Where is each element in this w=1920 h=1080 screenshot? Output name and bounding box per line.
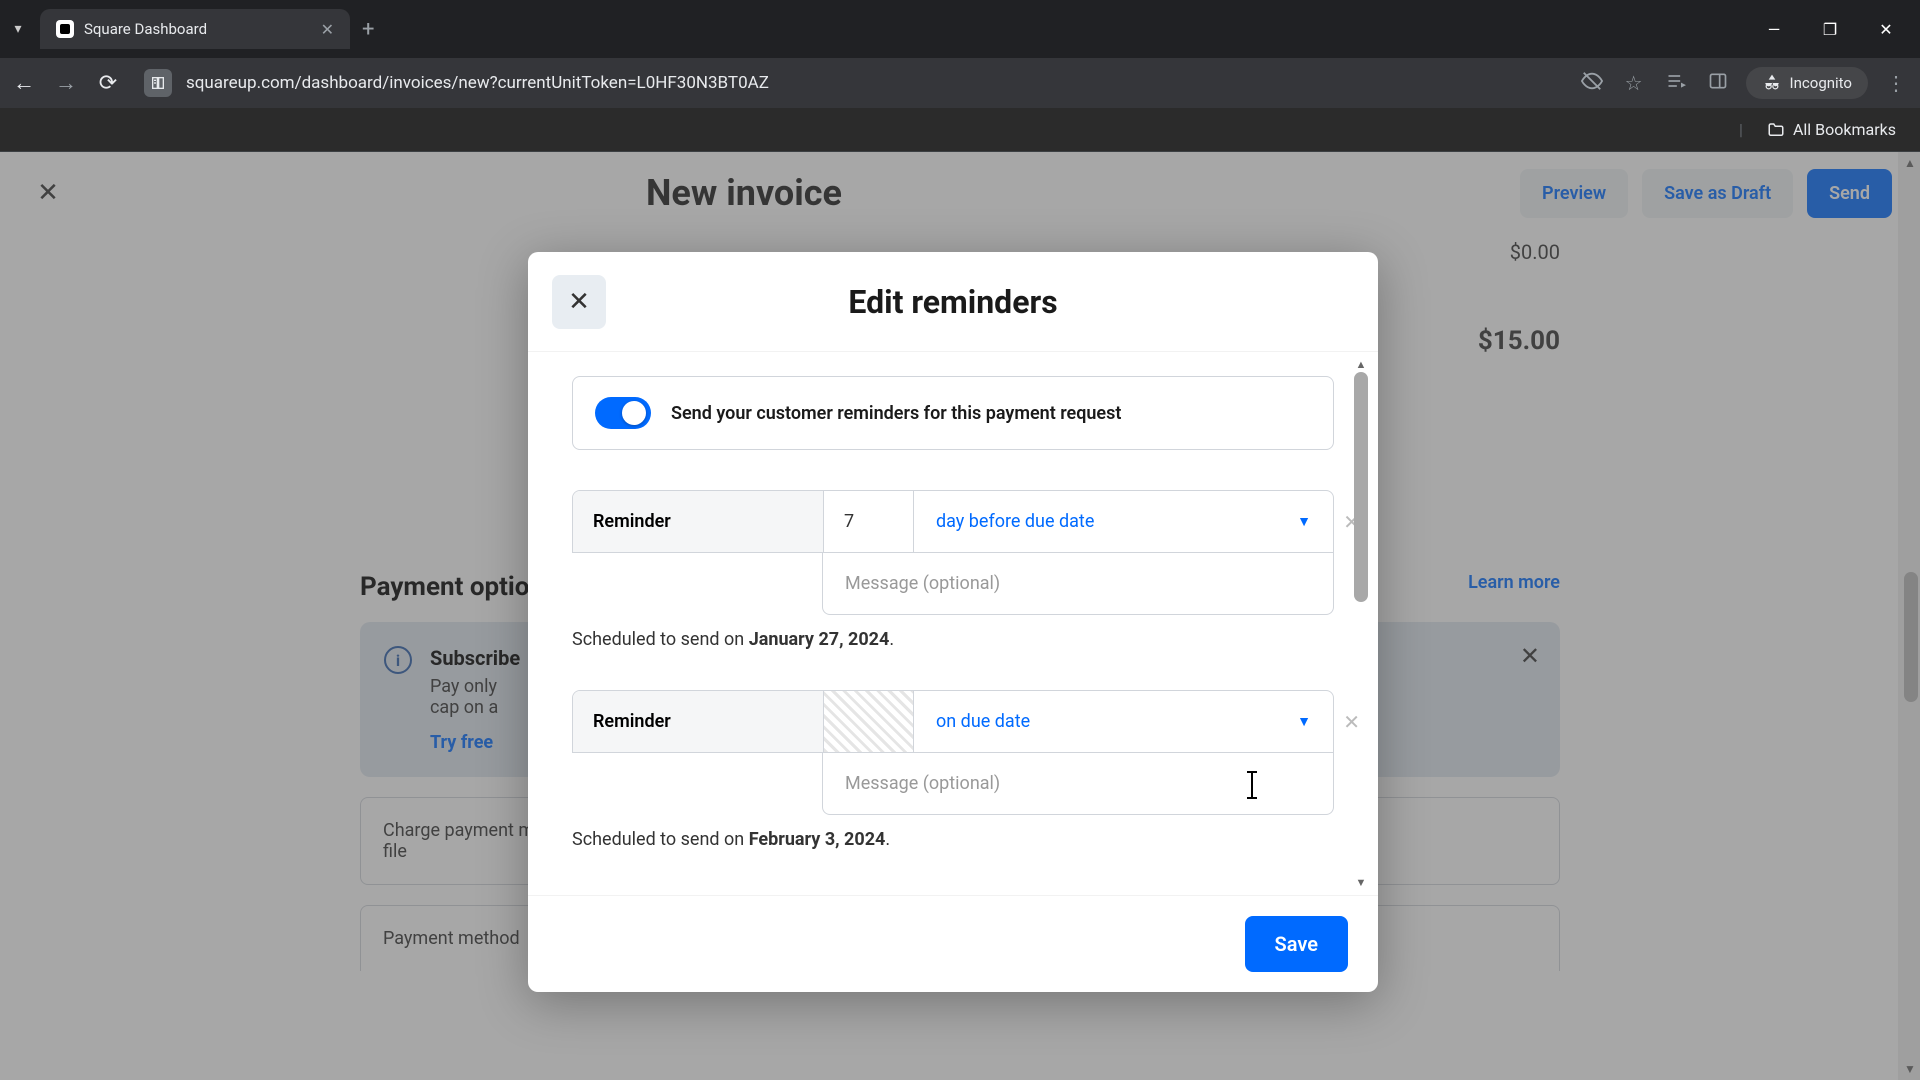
all-bookmarks-link[interactable]: All Bookmarks	[1793, 120, 1896, 139]
edit-reminders-modal: ✕ Edit reminders Send your customer remi…	[528, 252, 1378, 992]
text-cursor	[1251, 771, 1253, 799]
incognito-badge[interactable]: Incognito	[1746, 67, 1868, 99]
tab-close-icon[interactable]: ✕	[321, 20, 334, 39]
incognito-label: Incognito	[1790, 74, 1852, 92]
tab-title: Square Dashboard	[84, 20, 311, 38]
browser-menu-icon[interactable]: ⋮	[1882, 71, 1910, 95]
modal-scrollbar[interactable]: ▲ ▼	[1354, 362, 1372, 885]
reminder-message-input[interactable]	[823, 553, 1333, 614]
window-close[interactable]: ✕	[1876, 20, 1896, 39]
side-panel-icon[interactable]	[1704, 71, 1732, 96]
scroll-down-arrow[interactable]: ▼	[1354, 876, 1368, 889]
reminder-label: Reminder	[573, 491, 823, 552]
scroll-up-arrow[interactable]: ▲	[1354, 358, 1368, 371]
tabs-dropdown[interactable]: ▾	[4, 10, 32, 48]
reminder-timing-select[interactable]: on due date ▼	[913, 691, 1333, 752]
schedule-text: Scheduled to send on January 27, 2024.	[572, 629, 1334, 650]
window-maximize[interactable]: ❐	[1820, 20, 1840, 39]
chevron-down-icon: ▼	[1297, 713, 1311, 730]
nav-forward-icon: →	[52, 70, 80, 96]
chevron-down-icon: ▼	[1297, 513, 1311, 530]
nav-back-icon[interactable]: ←	[10, 70, 38, 96]
reminder-message-input[interactable]	[823, 753, 1333, 814]
save-button[interactable]: Save	[1245, 916, 1348, 972]
new-tab-button[interactable]: +	[362, 17, 374, 42]
bookmark-star-icon[interactable]: ☆	[1620, 71, 1648, 95]
reminder-timing-value: on due date	[936, 711, 1030, 732]
reminder-timing-select[interactable]: day before due date ▼	[913, 491, 1333, 552]
reminder-days-input[interactable]: 7	[823, 491, 913, 552]
address-bar[interactable]: squareup.com/dashboard/invoices/new?curr…	[136, 69, 1564, 97]
nav-reload-icon[interactable]: ⟳	[94, 71, 122, 96]
bookmark-divider: |	[1739, 120, 1743, 139]
reminder-days-input-disabled	[823, 691, 913, 752]
folder-icon	[1767, 121, 1785, 139]
reminder-label: Reminder	[573, 691, 823, 752]
square-favicon	[56, 20, 74, 38]
toggle-card: Send your customer reminders for this pa…	[572, 376, 1334, 450]
window-minimize[interactable]: —	[1764, 20, 1784, 39]
reminders-toggle[interactable]	[595, 397, 651, 429]
url-text: squareup.com/dashboard/invoices/new?curr…	[186, 73, 769, 93]
eye-off-icon[interactable]	[1578, 70, 1606, 97]
media-control-icon[interactable]	[1662, 71, 1690, 96]
toggle-label: Send your customer reminders for this pa…	[671, 403, 1121, 424]
modal-scrollbar-thumb[interactable]	[1354, 372, 1368, 602]
reminder-timing-value: day before due date	[936, 511, 1094, 532]
schedule-text: Scheduled to send on February 3, 2024.	[572, 829, 1334, 850]
browser-tab[interactable]: Square Dashboard ✕	[40, 9, 350, 49]
site-info-icon[interactable]	[144, 69, 172, 97]
modal-title: Edit reminders	[552, 283, 1354, 321]
